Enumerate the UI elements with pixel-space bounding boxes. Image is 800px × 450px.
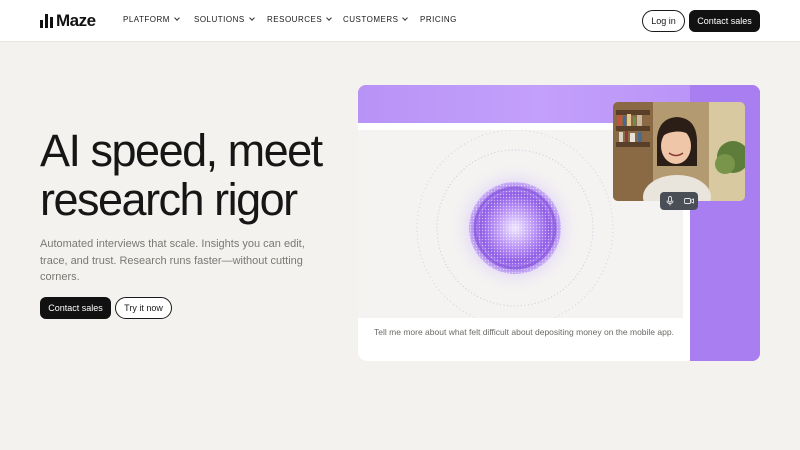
microphone-icon (666, 196, 673, 206)
chevron-down-icon (402, 15, 409, 21)
main-menu: PLATFORM SOLUTIONS RESOURCES CUSTOMERS P… (123, 15, 457, 24)
top-nav: Maze PLATFORM SOLUTIONS RESOURCES CUSTOM… (0, 0, 800, 42)
hero-subtext: Automated interviews that scale. Insight… (40, 238, 305, 283)
menu-label: PLATFORM (123, 15, 170, 24)
contact-sales-nav-button[interactable]: Contact sales (689, 10, 760, 32)
participant-video (613, 102, 745, 201)
interview-question-caption: Tell me more about what felt difficult a… (374, 327, 674, 337)
login-button[interactable]: Log in (642, 10, 685, 32)
menu-item-platform[interactable]: PLATFORM (123, 15, 194, 24)
chevron-down-icon (248, 15, 255, 21)
maze-logo[interactable]: Maze (40, 11, 96, 31)
video-controls (660, 192, 698, 210)
chevron-down-icon (174, 15, 180, 21)
try-it-now-button[interactable]: Try it now (115, 297, 172, 319)
menu-item-customers[interactable]: CUSTOMERS (343, 15, 420, 24)
menu-label: CUSTOMERS (343, 15, 399, 24)
menu-label: PRICING (420, 15, 457, 24)
logo-bars-icon (40, 14, 53, 28)
hero-visual: Tell me more about what felt difficult a… (358, 85, 760, 361)
participant-photo (613, 102, 745, 201)
video-camera-icon (683, 198, 694, 204)
microphone-icon[interactable] (663, 194, 677, 208)
hero-headline: AI speed, meet research rigor (40, 125, 323, 225)
menu-item-solutions[interactable]: SOLUTIONS (194, 15, 267, 24)
menu-label: SOLUTIONS (194, 15, 245, 24)
video-camera-icon[interactable] (682, 194, 696, 208)
contact-sales-button[interactable]: Contact sales (40, 297, 111, 319)
menu-label: RESOURCES (267, 15, 323, 24)
menu-item-resources[interactable]: RESOURCES (267, 15, 343, 24)
menu-item-pricing[interactable]: PRICING (420, 15, 457, 24)
logo-text: Maze (56, 11, 96, 30)
chevron-down-icon (326, 15, 333, 21)
